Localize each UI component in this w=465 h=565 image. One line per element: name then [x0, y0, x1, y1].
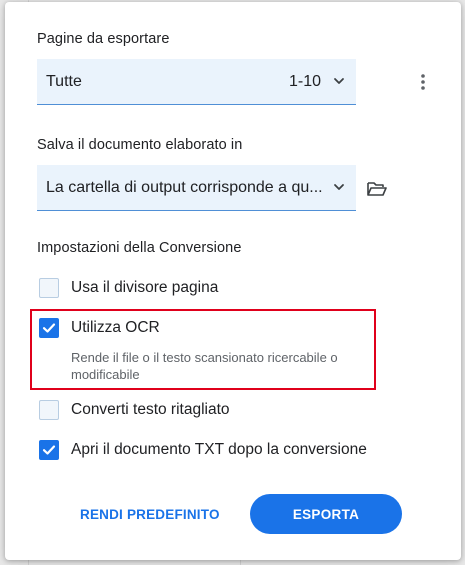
- pages-select[interactable]: Tutte 1-10: [37, 59, 356, 105]
- save-location-label: Salva il documento elaborato in: [37, 137, 243, 153]
- ocr-highlight-box: [30, 309, 376, 390]
- page-divider-checkbox[interactable]: [39, 278, 59, 298]
- chevron-down-icon: [334, 78, 344, 84]
- clipped-text-checkbox[interactable]: [39, 400, 59, 420]
- clipped-text-label: Converti testo ritagliato: [71, 401, 230, 418]
- pages-select-value: Tutte: [46, 73, 82, 90]
- more-vertical-icon: [421, 74, 425, 90]
- save-location-select[interactable]: La cartella di output corrisponde a qu..…: [37, 165, 356, 211]
- pages-range: 1-10: [288, 73, 321, 90]
- browse-folder-button[interactable]: [364, 176, 390, 202]
- chevron-down-icon: [334, 184, 344, 190]
- save-location-value: La cartella di output corrisponde a qu..…: [46, 179, 323, 196]
- set-default-button[interactable]: RENDI PREDEFINITO: [80, 507, 220, 522]
- app-background: Pagine da esportare Tutte 1-10 Salva il …: [0, 0, 465, 565]
- folder-open-icon: [367, 182, 387, 196]
- page-divider-label: Usa il divisore pagina: [71, 279, 219, 296]
- open-txt-label: Apri il documento TXT dopo la conversion…: [71, 441, 367, 458]
- open-txt-checkbox[interactable]: [39, 440, 59, 460]
- check-icon: [42, 445, 56, 455]
- conversion-settings-label: Impostazioni della Conversione: [37, 240, 242, 256]
- pages-label: Pagine da esportare: [37, 31, 170, 47]
- export-button[interactable]: ESPORTA: [250, 494, 402, 534]
- more-options-button[interactable]: [410, 69, 436, 95]
- export-dialog: Pagine da esportare Tutte 1-10 Salva il …: [5, 2, 461, 560]
